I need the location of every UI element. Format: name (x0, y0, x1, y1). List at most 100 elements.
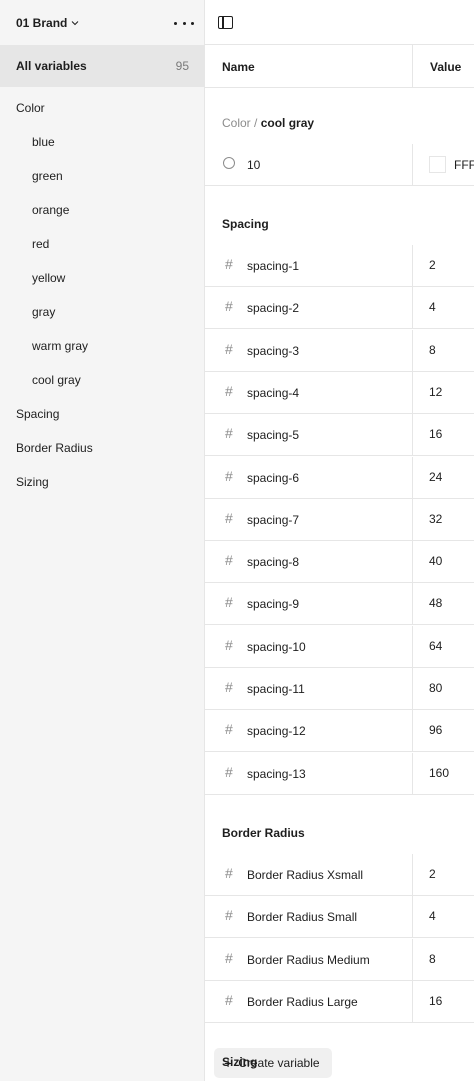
collection-selector[interactable]: 01 Brand (16, 16, 79, 30)
sidebar-item-warm-gray[interactable]: warm gray (0, 329, 205, 363)
number-type-icon: # (225, 256, 233, 272)
number-type-icon: # (225, 907, 233, 924)
variable-name: spacing-2 (247, 301, 300, 316)
table-row[interactable]: # spacing-9 48 (205, 583, 474, 626)
sidebar-item-sizing[interactable]: Sizing (0, 465, 205, 499)
variable-value: 8 (429, 951, 436, 966)
variable-name: Border Radius Xsmall (247, 868, 364, 882)
sidebar-item-cool-gray[interactable]: cool gray (0, 363, 205, 397)
sidebar-toggle-icon[interactable] (218, 16, 233, 29)
number-type-icon: # (225, 298, 233, 315)
table-row[interactable]: # Border Radius Large 16 (205, 980, 474, 1023)
collection-name: 01 Brand (16, 16, 68, 30)
variable-name: spacing-13 (247, 766, 306, 781)
group-list: Color blue green orange red yellow gray warm gr… (0, 91, 205, 499)
variable-value: FFF (454, 158, 474, 172)
number-type-icon: # (225, 382, 233, 399)
variable-name: spacing-4 (247, 385, 300, 400)
all-variables-label: All variables (16, 59, 87, 73)
variable-name: spacing-10 (247, 639, 306, 654)
table-row[interactable]: # spacing-6 24 (205, 456, 474, 499)
variable-value: 12 (429, 384, 443, 399)
section-breadcrumb: Color / cool gray (222, 116, 314, 130)
number-type-icon: # (225, 636, 233, 653)
number-type-icon: # (225, 552, 233, 569)
table-row[interactable]: # spacing-11 80 (205, 668, 474, 710)
more-options-icon[interactable] (174, 16, 194, 30)
variable-name: 10 (247, 158, 261, 172)
breadcrumb-current: cool gray (260, 116, 315, 130)
variable-value: 4 (429, 300, 436, 315)
variable-value: 16 (429, 993, 443, 1008)
variable-value: 160 (429, 765, 450, 780)
breadcrumb-parent: Color / (222, 116, 258, 130)
table-row[interactable]: 10 FFF (205, 144, 474, 186)
collections-sidebar: 01 Brand All variables 95 Color blue green… (0, 0, 205, 1081)
variable-name: Border Radius Small (247, 910, 358, 925)
sidebar-item-color[interactable]: Color (0, 91, 205, 125)
sidebar-item-green[interactable]: green (0, 159, 205, 193)
table-row[interactable]: # Border Radius Medium 8 (205, 938, 474, 981)
sidebar-item-yellow[interactable]: yellow (0, 261, 205, 295)
variable-value: 8 (429, 342, 436, 357)
sidebar-item-red[interactable]: red (0, 227, 205, 261)
variable-value: 2 (429, 867, 436, 881)
color-swatch (429, 156, 446, 173)
number-type-icon: # (225, 721, 233, 738)
variable-name: Border Radius Medium (247, 952, 370, 967)
table-row[interactable]: # spacing-3 8 (205, 329, 474, 372)
variable-name: spacing-1 (247, 259, 300, 273)
variable-name: spacing-3 (247, 343, 300, 358)
variable-value: 4 (429, 909, 436, 924)
table-row[interactable]: # spacing-8 40 (205, 541, 474, 584)
number-type-icon: # (225, 594, 233, 611)
variable-value: 64 (429, 638, 443, 653)
sidebar-item-blue[interactable]: blue (0, 125, 205, 159)
table-row[interactable]: # Border Radius Small 4 (205, 896, 474, 939)
variable-name: Border Radius Large (247, 994, 358, 1009)
variable-name: spacing-12 (247, 724, 306, 739)
number-type-icon: # (225, 763, 233, 780)
variable-value: 48 (429, 596, 443, 611)
variable-value: 96 (429, 723, 443, 738)
variable-value: 2 (429, 258, 436, 272)
table-row[interactable]: # spacing-5 16 (205, 414, 474, 457)
number-type-icon: # (225, 949, 233, 966)
number-type-icon: # (225, 425, 233, 442)
variable-value: 16 (429, 427, 443, 442)
number-type-icon: # (225, 865, 233, 881)
variable-value: 80 (429, 681, 443, 695)
sidebar-header: 01 Brand (0, 0, 204, 45)
number-type-icon: # (225, 509, 233, 526)
column-header-name: Name (222, 60, 255, 74)
toolbar (205, 0, 474, 45)
sidebar-item-spacing[interactable]: Spacing (0, 397, 205, 431)
section-title-border-radius: Border Radius (222, 826, 305, 840)
table-row[interactable]: # spacing-1 2 (205, 245, 474, 287)
variable-name: spacing-6 (247, 470, 300, 485)
table-row[interactable]: # spacing-10 64 (205, 625, 474, 668)
number-type-icon: # (225, 467, 233, 484)
table-row[interactable]: # spacing-13 160 (205, 752, 474, 795)
palette-icon (223, 157, 235, 169)
variable-name: spacing-8 (247, 555, 300, 570)
table-header: Name Value (205, 45, 474, 88)
variable-value: 40 (429, 554, 443, 569)
section-title-sizing: Sizing (222, 1055, 258, 1069)
sidebar-item-gray[interactable]: gray (0, 295, 205, 329)
variable-name: spacing-7 (247, 512, 300, 527)
chevron-down-icon (72, 21, 79, 26)
table-row[interactable]: # Border Radius Xsmall 2 (205, 854, 474, 896)
variable-value: 24 (429, 469, 443, 484)
table-row[interactable]: # spacing-4 12 (205, 371, 474, 414)
sidebar-item-orange[interactable]: orange (0, 193, 205, 227)
all-variables-item[interactable]: All variables 95 (0, 45, 205, 87)
variable-name: spacing-11 (247, 682, 305, 696)
column-header-value: Value (430, 60, 462, 74)
table-row[interactable]: # spacing-12 96 (205, 710, 474, 753)
number-type-icon: # (225, 340, 233, 357)
all-variables-count: 95 (175, 59, 189, 73)
table-row[interactable]: # spacing-2 4 (205, 287, 474, 330)
table-row[interactable]: # spacing-7 32 (205, 498, 474, 541)
sidebar-item-border-radius[interactable]: Border Radius (0, 431, 205, 465)
